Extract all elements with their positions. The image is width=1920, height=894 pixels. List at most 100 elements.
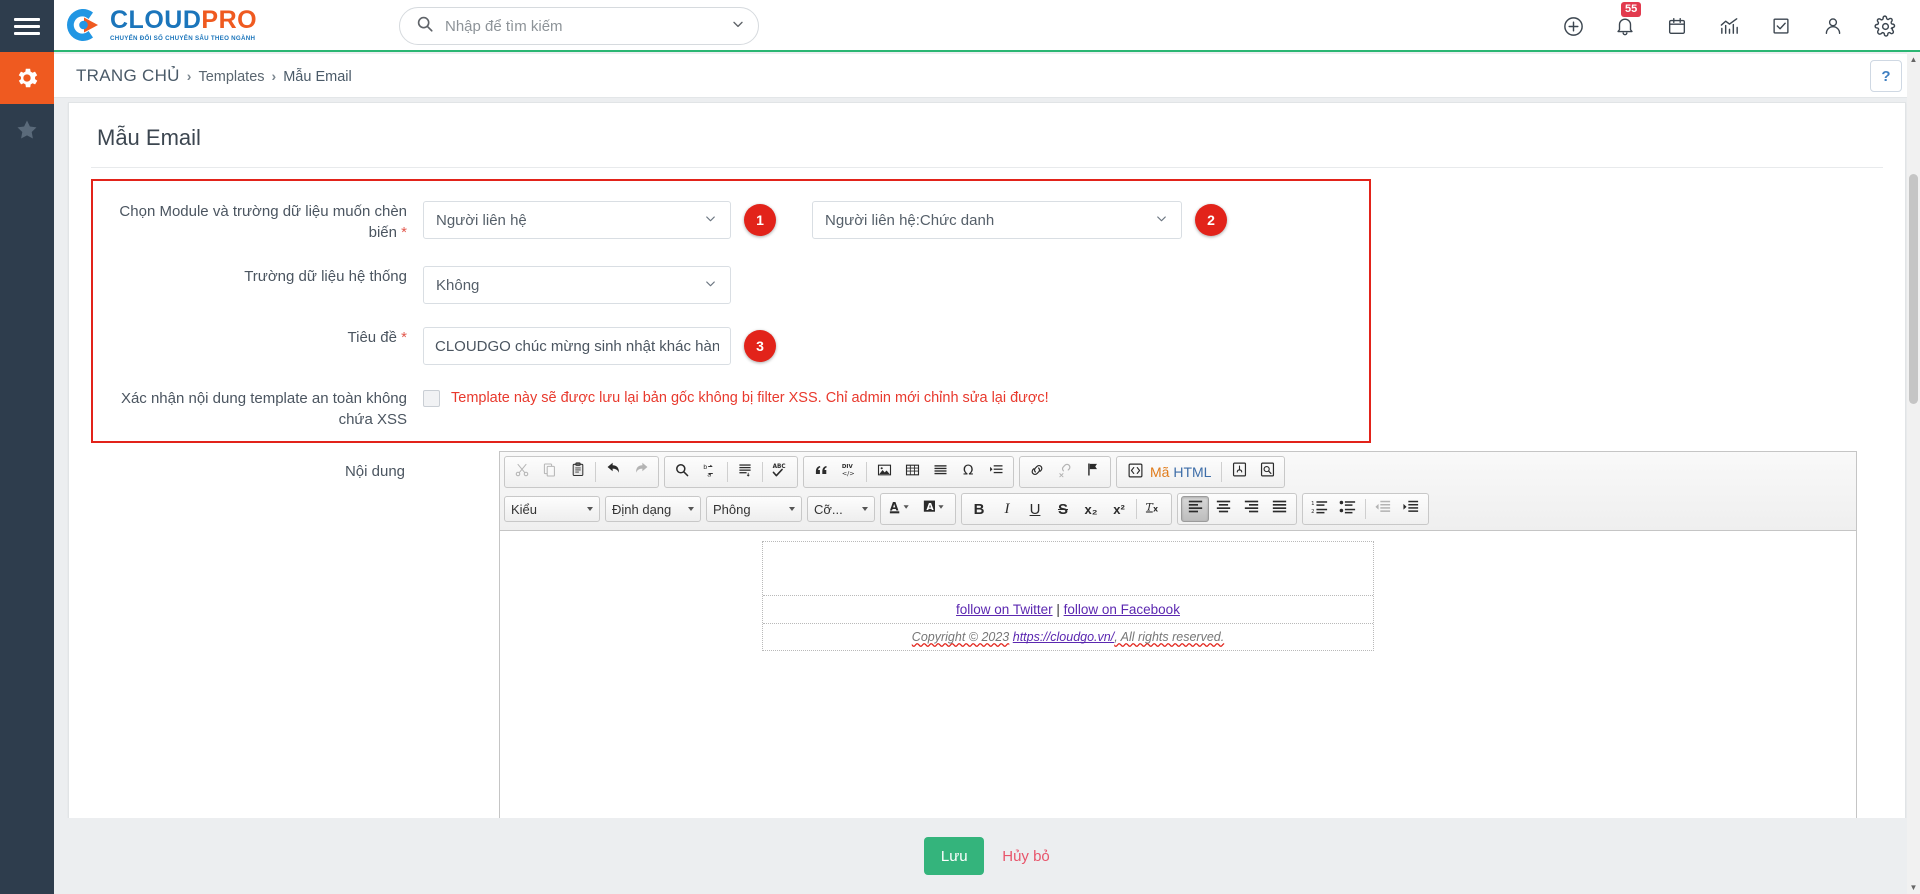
format-combo[interactable]: Định dạng — [605, 496, 701, 522]
spellcheck-button[interactable]: ABC — [766, 459, 794, 485]
form-row-xss: Xác nhận nội dung template an toàn không… — [93, 388, 1369, 430]
replace-button[interactable]: b a — [696, 459, 724, 485]
cloudgo-website-link[interactable]: https://cloudgo.vn/ — [1013, 630, 1114, 644]
styles-combo[interactable]: Kiểu — [504, 496, 600, 522]
templates-button[interactable] — [1225, 459, 1253, 485]
size-combo[interactable]: Cỡ... — [807, 496, 875, 522]
background-color-icon: A — [923, 498, 947, 521]
chevron-down-icon — [862, 507, 868, 511]
font-combo[interactable]: Phông — [706, 496, 802, 522]
label-xss: Xác nhận nội dung template an toàn không… — [120, 390, 407, 428]
preview-button[interactable] — [1253, 459, 1281, 485]
find-button[interactable] — [668, 459, 696, 485]
email-copyright-row: Copyright © 2023 https://cloudgo.vn/, Al… — [763, 624, 1373, 650]
notifications-button[interactable]: 55 — [1612, 2, 1642, 39]
breadcrumb-home[interactable]: TRANG CHỦ — [76, 66, 180, 86]
text-color-icon: A — [889, 498, 913, 521]
superscript-button[interactable]: x² — [1105, 496, 1133, 522]
copy-button[interactable] — [536, 459, 564, 485]
chevron-down-icon[interactable] — [730, 16, 746, 37]
editor-canvas[interactable]: follow on Twitter | follow on Facebook C… — [500, 531, 1856, 842]
align-justify-button[interactable] — [1265, 496, 1293, 522]
toolbar-separator — [762, 462, 763, 482]
bold-button[interactable]: B — [965, 496, 993, 522]
chevron-down-icon — [688, 507, 694, 511]
email-template-preview: follow on Twitter | follow on Facebook C… — [762, 541, 1374, 651]
omega-icon: Ω — [960, 461, 977, 483]
xss-checkbox[interactable] — [423, 390, 440, 407]
search-box[interactable] — [399, 7, 759, 45]
page-break-button[interactable] — [982, 459, 1010, 485]
save-button[interactable]: Lưu — [924, 837, 985, 875]
undo-button[interactable] — [599, 459, 627, 485]
redo-button[interactable] — [627, 459, 655, 485]
cancel-button[interactable]: Hủy bỏ — [1002, 848, 1050, 865]
brand-tagline: CHUYỂN ĐỔI SỐ CHUYÊN SÂU THEO NGÀNH — [110, 34, 256, 42]
calendar-button[interactable] — [1664, 13, 1690, 39]
tasks-button[interactable] — [1768, 13, 1794, 39]
global-search — [399, 7, 759, 45]
indent-button[interactable] — [1397, 496, 1425, 522]
blockquote-button[interactable] — [807, 459, 835, 485]
twitter-link[interactable]: follow on Twitter — [956, 602, 1053, 617]
breadcrumb-bar: TRANG CHỦ › Templates › Mẫu Email ? — [54, 54, 1920, 98]
numbered-list-button[interactable]: 1 2 — [1306, 496, 1334, 522]
toolbar-group-insert: DIV </> Ω — [803, 456, 1014, 488]
special-character-button[interactable]: Ω — [954, 459, 982, 485]
anchor-button[interactable] — [1079, 459, 1107, 485]
remove-format-button[interactable]: T x — [1140, 496, 1168, 522]
chevron-down-icon — [703, 276, 718, 295]
settings-button[interactable] — [1872, 13, 1898, 39]
link-button[interactable] — [1023, 459, 1051, 485]
cut-button[interactable] — [508, 459, 536, 485]
indent-icon — [1402, 499, 1420, 520]
hamburger-menu-button[interactable] — [0, 0, 54, 52]
breadcrumb-item-templates[interactable]: Templates — [198, 69, 264, 85]
text-color-button[interactable]: A — [884, 496, 918, 522]
underline-button[interactable]: U — [1021, 496, 1049, 522]
system-field-select[interactable]: Không — [423, 266, 731, 304]
facebook-link[interactable]: follow on Facebook — [1064, 602, 1180, 617]
subscript-button[interactable]: x₂ — [1077, 496, 1105, 522]
toolbar-separator — [1365, 499, 1366, 519]
strikethrough-button[interactable]: S — [1049, 496, 1077, 522]
table-button[interactable] — [898, 459, 926, 485]
reports-button[interactable] — [1716, 13, 1742, 39]
unlink-button[interactable] — [1051, 459, 1079, 485]
background-color-button[interactable]: A — [918, 496, 952, 522]
page-scrollbar[interactable]: ▲ ▼ — [1907, 52, 1920, 894]
scroll-down-arrow-icon[interactable]: ▼ — [1907, 880, 1920, 894]
horizontal-rule-button[interactable] — [926, 459, 954, 485]
select-all-button[interactable] — [731, 459, 759, 485]
title-divider — [91, 167, 1883, 168]
undo-arrow-icon — [605, 461, 622, 483]
search-input[interactable] — [443, 16, 724, 36]
data-field-select[interactable]: Người liên hệ:Chức danh — [812, 201, 1182, 239]
scroll-up-arrow-icon[interactable]: ▲ — [1907, 52, 1920, 66]
align-center-button[interactable] — [1209, 496, 1237, 522]
add-new-button[interactable] — [1560, 13, 1586, 39]
subject-input[interactable] — [423, 327, 731, 365]
module-select[interactable]: Người liên hệ — [423, 201, 731, 239]
align-right-button[interactable] — [1237, 496, 1265, 522]
image-icon — [876, 462, 893, 483]
format-combo-label: Định dạng — [612, 501, 672, 517]
find-replace-icon: b a — [702, 462, 719, 483]
source-code-button[interactable]: Mã HTML — [1120, 459, 1218, 485]
help-button[interactable]: ? — [1870, 60, 1902, 92]
sidebar-item-favorites[interactable] — [0, 104, 54, 156]
label-subject-text: Tiêu đề — [347, 329, 397, 346]
paste-button[interactable] — [564, 459, 592, 485]
outdent-button[interactable] — [1369, 496, 1397, 522]
align-left-button[interactable] — [1181, 496, 1209, 522]
account-button[interactable] — [1820, 13, 1846, 39]
svg-text:A: A — [926, 502, 934, 513]
italic-button[interactable]: I — [993, 496, 1021, 522]
create-div-button[interactable]: DIV </> — [835, 459, 863, 485]
scrollbar-thumb[interactable] — [1909, 174, 1918, 404]
bulleted-list-button[interactable] — [1334, 496, 1362, 522]
brand-logo[interactable]: CLOUDPRO CHUYỂN ĐỔI SỐ CHUYÊN SÂU THEO N… — [62, 4, 292, 46]
image-button[interactable] — [870, 459, 898, 485]
sidebar-item-settings[interactable] — [0, 52, 54, 104]
svg-text:1: 1 — [1311, 501, 1314, 507]
